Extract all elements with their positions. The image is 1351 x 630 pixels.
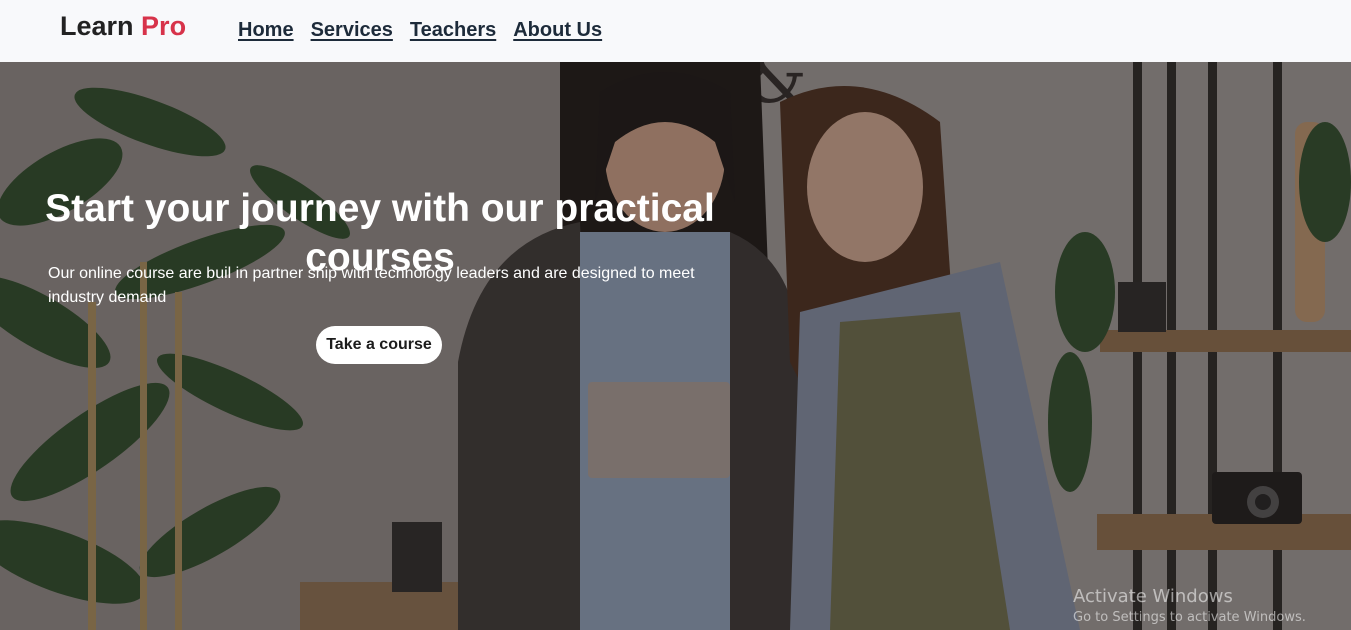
hero-title-line-1: Start your journey with our practical: [45, 187, 715, 231]
watermark-title: Activate Windows: [1073, 586, 1233, 607]
brand-name: Learn: [60, 11, 134, 41]
nav-link-teachers[interactable]: Teachers: [410, 19, 496, 42]
main-nav: Home Services Teachers About Us: [238, 19, 602, 42]
nav-link-home[interactable]: Home: [238, 19, 294, 42]
hero-subtitle: Our online course are buil in partner sh…: [48, 265, 695, 306]
brand-accent: Pro: [141, 11, 187, 41]
nav-link-about-us[interactable]: About Us: [513, 19, 602, 42]
hero-section: & Start your journey with our practical …: [0, 62, 1351, 630]
take-a-course-button[interactable]: Take a course: [316, 326, 442, 364]
hero-overlay: [0, 62, 1351, 630]
activate-windows-watermark: Activate Windows Go to Settings to activ…: [1073, 586, 1306, 625]
nav-link-services[interactable]: Services: [311, 19, 393, 42]
navbar: Learn Pro Home Services Teachers About U…: [0, 0, 1351, 62]
watermark-hint: Go to Settings to activate Windows.: [1073, 610, 1306, 625]
brand-logo[interactable]: Learn Pro: [60, 11, 186, 42]
